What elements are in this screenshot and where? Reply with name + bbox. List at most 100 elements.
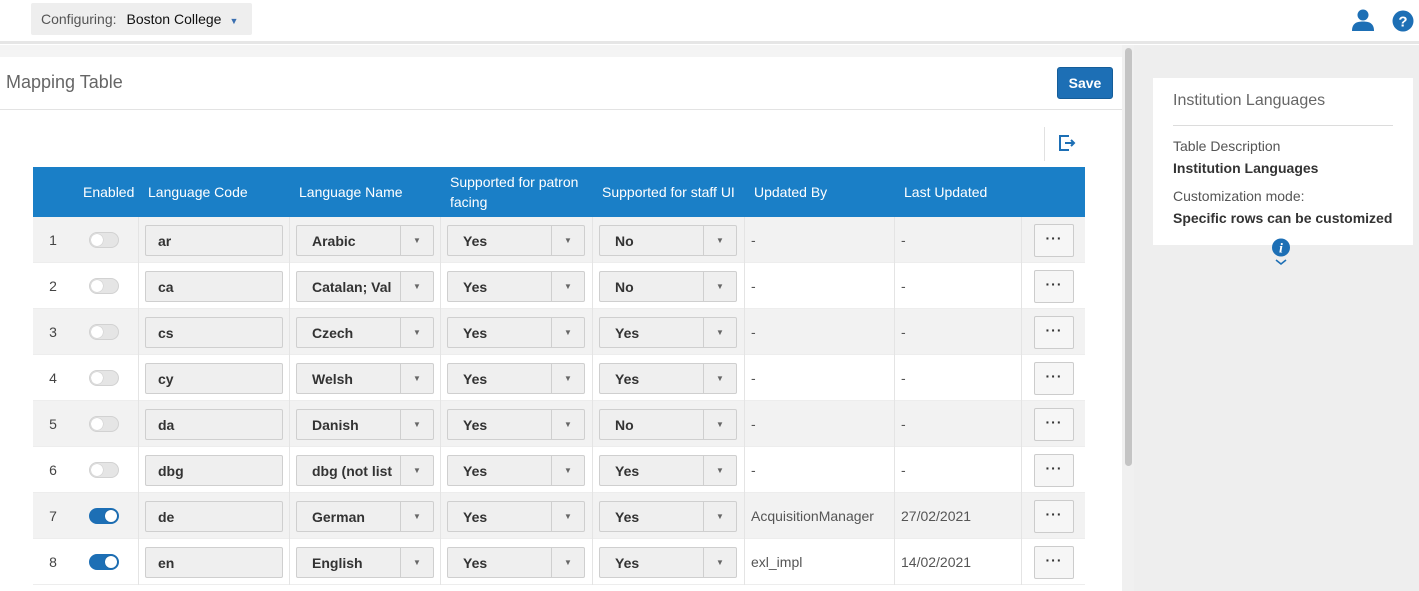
updated-by-text: -: [751, 278, 756, 294]
save-button[interactable]: Save: [1057, 67, 1113, 99]
language-code-field[interactable]: ca: [145, 271, 283, 302]
staff-ui-select[interactable]: Yes ▼: [599, 547, 737, 578]
chevron-down-icon[interactable]: ▼: [703, 318, 736, 347]
row-actions-button[interactable]: ···: [1034, 546, 1074, 579]
language-name-select[interactable]: Catalan; Val ▼: [296, 271, 434, 302]
col-header-staff[interactable]: Supported for staff UI: [602, 167, 735, 217]
staff-ui-value: No: [615, 278, 634, 295]
chevron-down-icon[interactable]: ▼: [551, 456, 584, 485]
row-actions-button[interactable]: ···: [1034, 270, 1074, 303]
configuring-selector[interactable]: Configuring: Boston College ▼: [31, 3, 252, 35]
chevron-down-icon[interactable]: ▼: [400, 502, 433, 531]
chevron-down-icon[interactable]: ▼: [703, 364, 736, 393]
toggle-knob: [91, 280, 103, 292]
chevron-down-icon[interactable]: ▼: [703, 548, 736, 577]
patron-facing-select[interactable]: Yes ▼: [447, 363, 585, 394]
language-name-select[interactable]: dbg (not list ▼: [296, 455, 434, 486]
staff-ui-select[interactable]: No ▼: [599, 409, 737, 440]
enabled-toggle[interactable]: [89, 278, 119, 294]
column-divider: [289, 263, 290, 309]
enabled-toggle[interactable]: [89, 232, 119, 248]
patron-facing-select[interactable]: Yes ▼: [447, 225, 585, 256]
column-divider: [1021, 217, 1022, 263]
language-name-select[interactable]: English ▼: [296, 547, 434, 578]
language-name-select[interactable]: Welsh ▼: [296, 363, 434, 394]
chevron-down-icon[interactable]: ▼: [400, 364, 433, 393]
patron-facing-value: Yes: [463, 554, 488, 571]
col-header-language-name[interactable]: Language Name: [299, 167, 403, 217]
row-actions-button[interactable]: ···: [1034, 224, 1074, 257]
column-divider: [440, 355, 441, 401]
chevron-down-icon[interactable]: ▼: [400, 226, 433, 255]
chevron-down-icon[interactable]: ▼: [551, 272, 584, 301]
chevron-down-icon[interactable]: ▼: [703, 226, 736, 255]
scrollbar-thumb[interactable]: [1125, 48, 1132, 466]
row-actions-button[interactable]: ···: [1034, 500, 1074, 533]
col-header-updated-by[interactable]: Updated By: [754, 167, 827, 217]
main-scrollbar[interactable]: [1122, 45, 1134, 591]
staff-ui-select[interactable]: Yes ▼: [599, 363, 737, 394]
enabled-toggle[interactable]: [89, 416, 119, 432]
enabled-toggle[interactable]: [89, 462, 119, 478]
patron-facing-select[interactable]: Yes ▼: [447, 271, 585, 302]
language-name-select[interactable]: German ▼: [296, 501, 434, 532]
patron-facing-select[interactable]: Yes ▼: [447, 409, 585, 440]
chevron-down-icon[interactable]: ▼: [703, 502, 736, 531]
patron-facing-select[interactable]: Yes ▼: [447, 547, 585, 578]
enabled-toggle[interactable]: [89, 554, 119, 570]
col-header-patron[interactable]: Supported for patron facing: [450, 167, 590, 217]
col-header-enabled[interactable]: Enabled: [83, 167, 134, 217]
language-code-field[interactable]: da: [145, 409, 283, 440]
enabled-toggle[interactable]: [89, 324, 119, 340]
staff-ui-select[interactable]: No ▼: [599, 225, 737, 256]
row-actions-button[interactable]: ···: [1034, 362, 1074, 395]
row-actions-button[interactable]: ···: [1034, 454, 1074, 487]
chevron-down-icon[interactable]: ▼: [703, 456, 736, 485]
chevron-down-icon[interactable]: ▼: [551, 502, 584, 531]
chevron-down-icon[interactable]: ▼: [703, 410, 736, 439]
language-name-select[interactable]: Danish ▼: [296, 409, 434, 440]
col-header-language-code[interactable]: Language Code: [148, 167, 248, 217]
export-icon[interactable]: [1057, 133, 1077, 153]
chevron-down-icon[interactable]: ▼: [551, 364, 584, 393]
language-code-field[interactable]: ar: [145, 225, 283, 256]
chevron-down-icon[interactable]: ▼: [551, 318, 584, 347]
chevron-down-icon[interactable]: ▼: [551, 226, 584, 255]
chevron-down-icon[interactable]: ▼: [400, 318, 433, 347]
help-icon[interactable]: ?: [1392, 10, 1414, 32]
row-number: 6: [49, 462, 57, 478]
patron-facing-select[interactable]: Yes ▼: [447, 501, 585, 532]
language-code-field[interactable]: de: [145, 501, 283, 532]
chevron-down-icon[interactable]: ▼: [703, 272, 736, 301]
chevron-down-icon[interactable]: ▼: [400, 548, 433, 577]
chevron-down-icon[interactable]: ▼: [551, 548, 584, 577]
staff-ui-value: Yes: [615, 370, 640, 387]
staff-ui-select[interactable]: Yes ▼: [599, 455, 737, 486]
col-header-last-updated[interactable]: Last Updated: [904, 167, 987, 217]
enabled-toggle[interactable]: [89, 508, 119, 524]
chevron-down-icon[interactable]: ▼: [400, 410, 433, 439]
column-divider: [1021, 309, 1022, 355]
language-code-field[interactable]: dbg: [145, 455, 283, 486]
chevron-down-icon[interactable]: ▼: [400, 456, 433, 485]
row-actions-button[interactable]: ···: [1034, 408, 1074, 441]
language-code-field[interactable]: cy: [145, 363, 283, 394]
language-name-select[interactable]: Czech ▼: [296, 317, 434, 348]
language-code-field[interactable]: cs: [145, 317, 283, 348]
staff-ui-select[interactable]: Yes ▼: [599, 317, 737, 348]
patron-facing-select[interactable]: Yes ▼: [447, 317, 585, 348]
info-icon[interactable]: i: [1271, 238, 1291, 266]
patron-facing-select[interactable]: Yes ▼: [447, 455, 585, 486]
page-title: Mapping Table: [6, 72, 123, 92]
language-name-select[interactable]: Arabic ▼: [296, 225, 434, 256]
language-code-field[interactable]: en: [145, 547, 283, 578]
row-actions-button[interactable]: ···: [1034, 316, 1074, 349]
column-divider: [1021, 355, 1022, 401]
chevron-down-icon[interactable]: ▼: [551, 410, 584, 439]
patron-facing-value: Yes: [463, 370, 488, 387]
staff-ui-select[interactable]: Yes ▼: [599, 501, 737, 532]
user-icon[interactable]: [1351, 8, 1375, 32]
chevron-down-icon[interactable]: ▼: [400, 272, 433, 301]
staff-ui-select[interactable]: No ▼: [599, 271, 737, 302]
enabled-toggle[interactable]: [89, 370, 119, 386]
